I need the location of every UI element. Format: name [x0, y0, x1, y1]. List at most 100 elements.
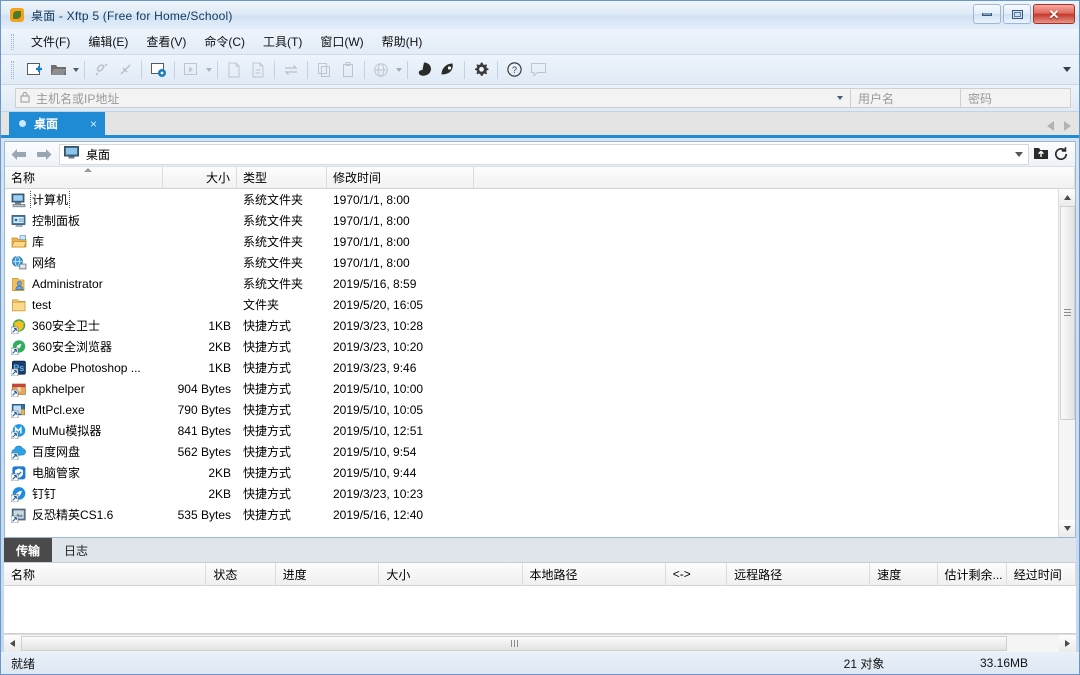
transfer-column-header-9[interactable]: 经过时间: [1007, 563, 1076, 585]
transfer-column-header-5[interactable]: <->: [666, 563, 728, 585]
feedback-icon[interactable]: [526, 58, 550, 82]
minimize-button[interactable]: [973, 4, 1001, 24]
path-input[interactable]: 桌面: [59, 143, 1029, 165]
new-session-icon[interactable]: [22, 58, 46, 82]
toolbar-overflow-icon[interactable]: [1063, 67, 1071, 72]
file-name-cell[interactable]: Administrator: [5, 276, 163, 292]
menu-edit[interactable]: 编辑(E): [79, 30, 137, 53]
table-row[interactable]: 库 系统文件夹 1970/1/1, 8:00: [5, 231, 1058, 252]
toolbar-grip[interactable]: [11, 60, 14, 79]
table-row[interactable]: 网络 系统文件夹 1970/1/1, 8:00: [5, 252, 1058, 273]
table-row[interactable]: 360安全浏览器 2KB 快捷方式 2019/3/23, 10:20: [5, 336, 1058, 357]
column-header-size[interactable]: 大小: [163, 167, 237, 188]
table-row[interactable]: 计算机 系统文件夹 1970/1/1, 8:00: [5, 189, 1058, 210]
new-file-icon[interactable]: [222, 58, 246, 82]
file-name-cell[interactable]: 控制面板: [5, 212, 163, 229]
file-name-cell[interactable]: 百度网盘: [5, 443, 163, 460]
back-button[interactable]: [5, 143, 31, 166]
scroll-up-icon[interactable]: [1058, 189, 1075, 206]
hscroll-thumb[interactable]: [21, 636, 1008, 651]
connect-icon[interactable]: [89, 58, 113, 82]
menu-help[interactable]: 帮助(H): [373, 30, 432, 53]
column-header-type[interactable]: 类型: [237, 167, 327, 188]
scroll-track[interactable]: [1058, 206, 1075, 520]
file-name-cell[interactable]: 电脑管家: [5, 464, 163, 481]
globe-icon[interactable]: [369, 58, 393, 82]
table-row[interactable]: 电脑管家 2KB 快捷方式 2019/5/10, 9:44: [5, 462, 1058, 483]
table-row[interactable]: apkhelper 904 Bytes 快捷方式 2019/5/10, 10:00: [5, 378, 1058, 399]
open-session-icon[interactable]: [46, 58, 70, 82]
open-session-dropdown[interactable]: [70, 58, 80, 82]
copy-icon[interactable]: [312, 58, 336, 82]
file-name-cell[interactable]: 网络: [5, 254, 163, 271]
globe-dropdown[interactable]: [393, 58, 403, 82]
host-history-dropdown[interactable]: [830, 96, 848, 100]
table-row[interactable]: 百度网盘 562 Bytes 快捷方式 2019/5/10, 9:54: [5, 441, 1058, 462]
xshell-icon[interactable]: [412, 58, 436, 82]
disconnect-icon[interactable]: [113, 58, 137, 82]
transfer-column-header-2[interactable]: 进度: [276, 563, 380, 585]
table-row[interactable]: 钉钉 2KB 快捷方式 2019/3/23, 10:23: [5, 483, 1058, 504]
table-row[interactable]: Ps Adobe Photoshop ... 1KB 快捷方式 2019/3/23, 9…: [5, 357, 1058, 378]
scroll-left-icon[interactable]: [4, 635, 21, 652]
table-row[interactable]: 控制面板 系统文件夹 1970/1/1, 8:00: [5, 210, 1058, 231]
up-folder-icon[interactable]: [1033, 146, 1049, 162]
tab-close-icon[interactable]: ×: [90, 117, 97, 131]
transfer-icon[interactable]: [279, 58, 303, 82]
menu-view[interactable]: 查看(V): [137, 30, 195, 53]
menu-command[interactable]: 命令(C): [195, 30, 254, 53]
maximize-button[interactable]: [1003, 4, 1031, 24]
transfer-horizontal-scrollbar[interactable]: [4, 634, 1076, 652]
table-row[interactable]: test 文件夹 2019/5/20, 16:05: [5, 294, 1058, 315]
file-name-cell[interactable]: 钉钉: [5, 485, 163, 502]
transfer-column-header-4[interactable]: 本地路径: [523, 563, 666, 585]
menu-grip[interactable]: [11, 33, 14, 50]
transfer-column-header-8[interactable]: 估计剩余...: [938, 563, 1007, 585]
transfer-column-header-1[interactable]: 状态: [206, 563, 276, 585]
scroll-thumb[interactable]: [1059, 206, 1075, 420]
transfer-list-body[interactable]: [4, 586, 1076, 634]
menu-window[interactable]: 窗口(W): [311, 30, 372, 53]
password-input[interactable]: 密码: [961, 88, 1071, 108]
tab-transfer[interactable]: 传输: [4, 538, 53, 562]
table-row[interactable]: 360安全卫士 1KB 快捷方式 2019/3/23, 10:28: [5, 315, 1058, 336]
file-name-cell[interactable]: 反恐精英CS1.6: [5, 506, 163, 523]
column-header-name[interactable]: 名称: [5, 167, 163, 188]
transfer-column-header-6[interactable]: 远程路径: [727, 563, 871, 585]
help-icon[interactable]: ?: [502, 58, 526, 82]
file-name-cell[interactable]: Ps Adobe Photoshop ...: [5, 360, 163, 376]
tab-prev-icon[interactable]: [1047, 121, 1054, 131]
file-name-cell[interactable]: 计算机: [5, 191, 163, 208]
path-dropdown-icon[interactable]: [1015, 151, 1023, 157]
file-name-cell[interactable]: apkhelper: [5, 381, 163, 397]
run-dropdown[interactable]: [203, 58, 213, 82]
table-row[interactable]: MtPcl.exe 790 Bytes 快捷方式 2019/5/10, 10:05: [5, 399, 1058, 420]
edit-file-icon[interactable]: [246, 58, 270, 82]
tab-next-icon[interactable]: [1064, 121, 1071, 131]
table-row[interactable]: Administrator 系统文件夹 2019/5/16, 8:59: [5, 273, 1058, 294]
tab-desktop[interactable]: 桌面 ×: [9, 112, 105, 135]
tab-log[interactable]: 日志: [52, 538, 100, 562]
file-list-vertical-scrollbar[interactable]: [1058, 189, 1075, 537]
transfer-column-header-7[interactable]: 速度: [870, 563, 938, 585]
file-name-cell[interactable]: MtPcl.exe: [5, 402, 163, 418]
file-name-cell[interactable]: MuMu模拟器: [5, 422, 163, 439]
file-name-cell[interactable]: 库: [5, 233, 163, 250]
table-row[interactable]: MuMu模拟器 841 Bytes 快捷方式 2019/5/10, 12:51: [5, 420, 1058, 441]
forward-button[interactable]: [31, 143, 57, 166]
scroll-down-icon[interactable]: [1058, 520, 1075, 537]
refresh-icon[interactable]: [1053, 146, 1069, 162]
session-properties-icon[interactable]: [146, 58, 170, 82]
transfer-column-header-0[interactable]: 名称: [4, 563, 207, 585]
host-input[interactable]: 主机名或IP地址: [15, 88, 851, 108]
transfer-column-header-3[interactable]: 大小: [379, 563, 523, 585]
file-name-cell[interactable]: 360安全卫士: [5, 317, 163, 334]
table-row[interactable]: 反恐精英CS1.6 535 Bytes 快捷方式 2019/5/16, 12:40: [5, 504, 1058, 525]
column-header-mtime[interactable]: 修改时间: [327, 167, 474, 188]
run-icon[interactable]: [179, 58, 203, 82]
file-name-cell[interactable]: 360安全浏览器: [5, 338, 163, 355]
file-name-cell[interactable]: test: [5, 297, 163, 313]
menu-tools[interactable]: 工具(T): [254, 30, 311, 53]
username-input[interactable]: 用户名: [851, 88, 961, 108]
hscroll-track[interactable]: [21, 635, 1059, 652]
